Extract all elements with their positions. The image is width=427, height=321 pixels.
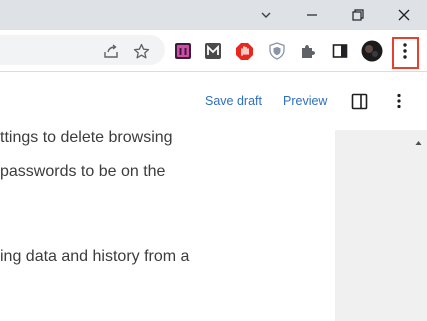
shield-extension-icon[interactable] [264, 38, 290, 64]
scroll-up-arrow-icon[interactable] [410, 136, 427, 150]
scrollbar[interactable] [410, 130, 427, 321]
paragraph-line: ttings to delete browsing [0, 129, 173, 146]
restore-button[interactable] [335, 0, 381, 30]
save-draft-button[interactable]: Save draft [205, 94, 262, 108]
paragraph-line: passwords to be on the [0, 163, 166, 180]
m-extension-icon[interactable] [200, 38, 226, 64]
purple-extension-icon[interactable] [170, 38, 196, 64]
side-panel-icon[interactable] [327, 38, 353, 64]
chevron-down-icon[interactable] [243, 0, 289, 30]
menu-highlight-box [392, 37, 419, 69]
minimize-button[interactable] [289, 0, 335, 30]
options-icon[interactable] [392, 92, 406, 110]
title-bar [0, 0, 427, 30]
panel-toggle-icon[interactable] [349, 92, 369, 110]
avatar[interactable] [359, 38, 385, 64]
paragraph-line: ing data and history from a [0, 248, 190, 265]
star-icon[interactable] [128, 38, 154, 64]
red-hand-extension-icon[interactable] [231, 38, 257, 64]
preview-button[interactable]: Preview [283, 94, 327, 108]
share-icon[interactable] [98, 38, 124, 64]
puzzle-icon[interactable] [294, 38, 320, 64]
close-button[interactable] [381, 0, 427, 30]
